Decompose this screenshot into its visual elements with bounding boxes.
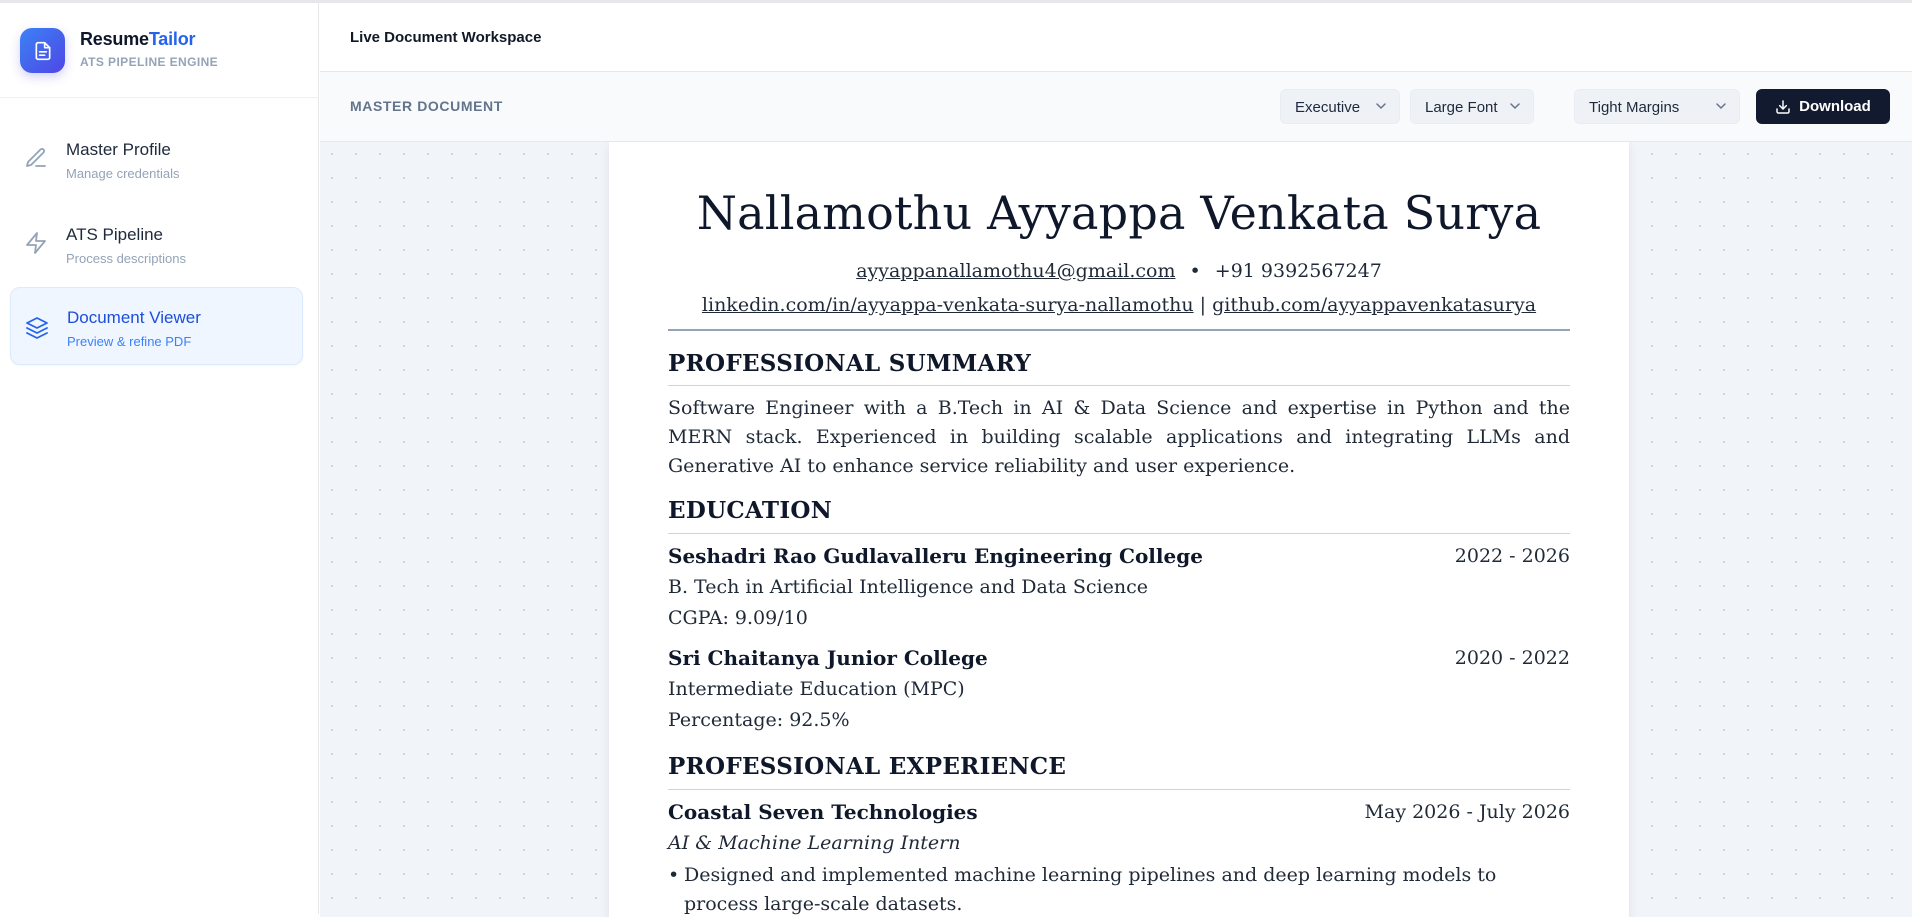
sidebar-item-document-viewer[interactable]: Document Viewer Preview & refine PDF <box>10 287 303 365</box>
links-line: linkedin.com/in/ayyappa-venkata-surya-na… <box>609 294 1629 316</box>
education-score: CGPA: 9.09/10 <box>668 607 808 629</box>
resume-page: Nallamothu Ayyappa Venkata Surya ayyappa… <box>609 142 1629 917</box>
education-dates: 2020 - 2022 <box>1454 647 1570 669</box>
linkedin-link[interactable]: linkedin.com/in/ayyappa-venkata-surya-na… <box>702 294 1194 316</box>
sidebar-item-label: Document Viewer <box>67 308 201 327</box>
education-dates: 2022 - 2026 <box>1454 545 1570 567</box>
chevron-down-icon <box>1716 103 1726 110</box>
education-score: Percentage: 92.5% <box>668 709 850 731</box>
experience-bullet: Designed and implemented machine learnin… <box>668 861 1570 917</box>
download-button[interactable]: Download <box>1756 89 1890 124</box>
sidebar: ResumeTailor ATS PIPELINE ENGINE Master … <box>0 3 319 914</box>
download-icon <box>1776 99 1790 114</box>
education-degree: B. Tech in Artificial Intelligence and D… <box>668 576 1148 598</box>
resume-name: Nallamothu Ayyappa Venkata Surya <box>696 186 1542 240</box>
font-size-select-value: Large Font <box>1425 99 1498 116</box>
sidebar-item-label: Master Profile <box>66 140 171 159</box>
section-divider <box>668 789 1570 790</box>
chevron-down-icon <box>1376 103 1386 110</box>
education-degree: Intermediate Education (MPC) <box>668 678 965 700</box>
template-select[interactable]: Executive <box>1280 89 1400 124</box>
section-divider <box>668 533 1570 534</box>
brand-subtitle: ATS PIPELINE ENGINE <box>80 55 219 69</box>
template-select-value: Executive <box>1295 99 1361 116</box>
phone-number: +91 9392567247 <box>1214 260 1382 282</box>
layers-icon <box>26 317 48 339</box>
link-separator: | <box>1199 294 1207 316</box>
document-toolbar: MASTER DOCUMENT Executive Large Font Tig… <box>320 72 1912 142</box>
education-heading: EDUCATION <box>668 497 833 524</box>
sidebar-item-sublabel: Process descriptions <box>66 251 186 266</box>
pencil-icon <box>26 148 46 167</box>
education-school: Seshadri Rao Gudlavalleru Engineering Co… <box>668 544 1203 568</box>
page-title: Live Document Workspace <box>350 29 542 46</box>
margin-select[interactable]: Tight Margins <box>1574 89 1740 124</box>
experience-role: AI & Machine Learning Intern <box>668 832 961 854</box>
header-divider <box>668 329 1570 331</box>
experience-company: Coastal Seven Technologies <box>668 800 978 824</box>
document-canvas[interactable]: Nallamothu Ayyappa Venkata Surya ayyappa… <box>320 142 1912 917</box>
experience-dates: May 2026 - July 2026 <box>1364 801 1570 823</box>
document-icon[interactable] <box>20 28 65 73</box>
section-divider <box>668 385 1570 386</box>
contact-line: ayyappanallamothu4@gmail.com • +91 93925… <box>609 260 1629 282</box>
margin-select-value: Tight Margins <box>1589 99 1680 116</box>
chevron-down-icon <box>1510 103 1520 110</box>
download-button-label: Download <box>1799 98 1871 115</box>
lightning-icon <box>26 232 46 254</box>
email-link[interactable]: ayyappanallamothu4@gmail.com <box>856 260 1175 282</box>
toolbar-label: MASTER DOCUMENT <box>350 98 503 114</box>
experience-heading: PROFESSIONAL EXPERIENCE <box>668 753 1067 780</box>
education-school: Sri Chaitanya Junior College <box>668 646 988 670</box>
sidebar-item-sublabel: Preview & refine PDF <box>67 334 192 349</box>
github-link[interactable]: github.com/ayyappavenkatasurya <box>1212 294 1536 316</box>
brand-header: ResumeTailor ATS PIPELINE ENGINE <box>0 3 319 98</box>
contact-separator: • <box>1189 260 1201 282</box>
sidebar-item-master-profile[interactable]: Master Profile Manage credentials <box>10 120 303 198</box>
brand-name: ResumeTailor <box>80 29 196 49</box>
sidebar-item-ats-pipeline[interactable]: ATS Pipeline Process descriptions <box>10 205 303 283</box>
sidebar-item-label: ATS Pipeline <box>66 225 164 244</box>
summary-heading: PROFESSIONAL SUMMARY <box>668 350 1032 377</box>
sidebar-item-sublabel: Manage credentials <box>66 166 180 181</box>
font-size-select[interactable]: Large Font <box>1410 89 1534 124</box>
workspace-header: Live Document Workspace <box>320 3 1912 72</box>
summary-text: Software Engineer with a B.Tech in AI & … <box>668 397 1570 477</box>
